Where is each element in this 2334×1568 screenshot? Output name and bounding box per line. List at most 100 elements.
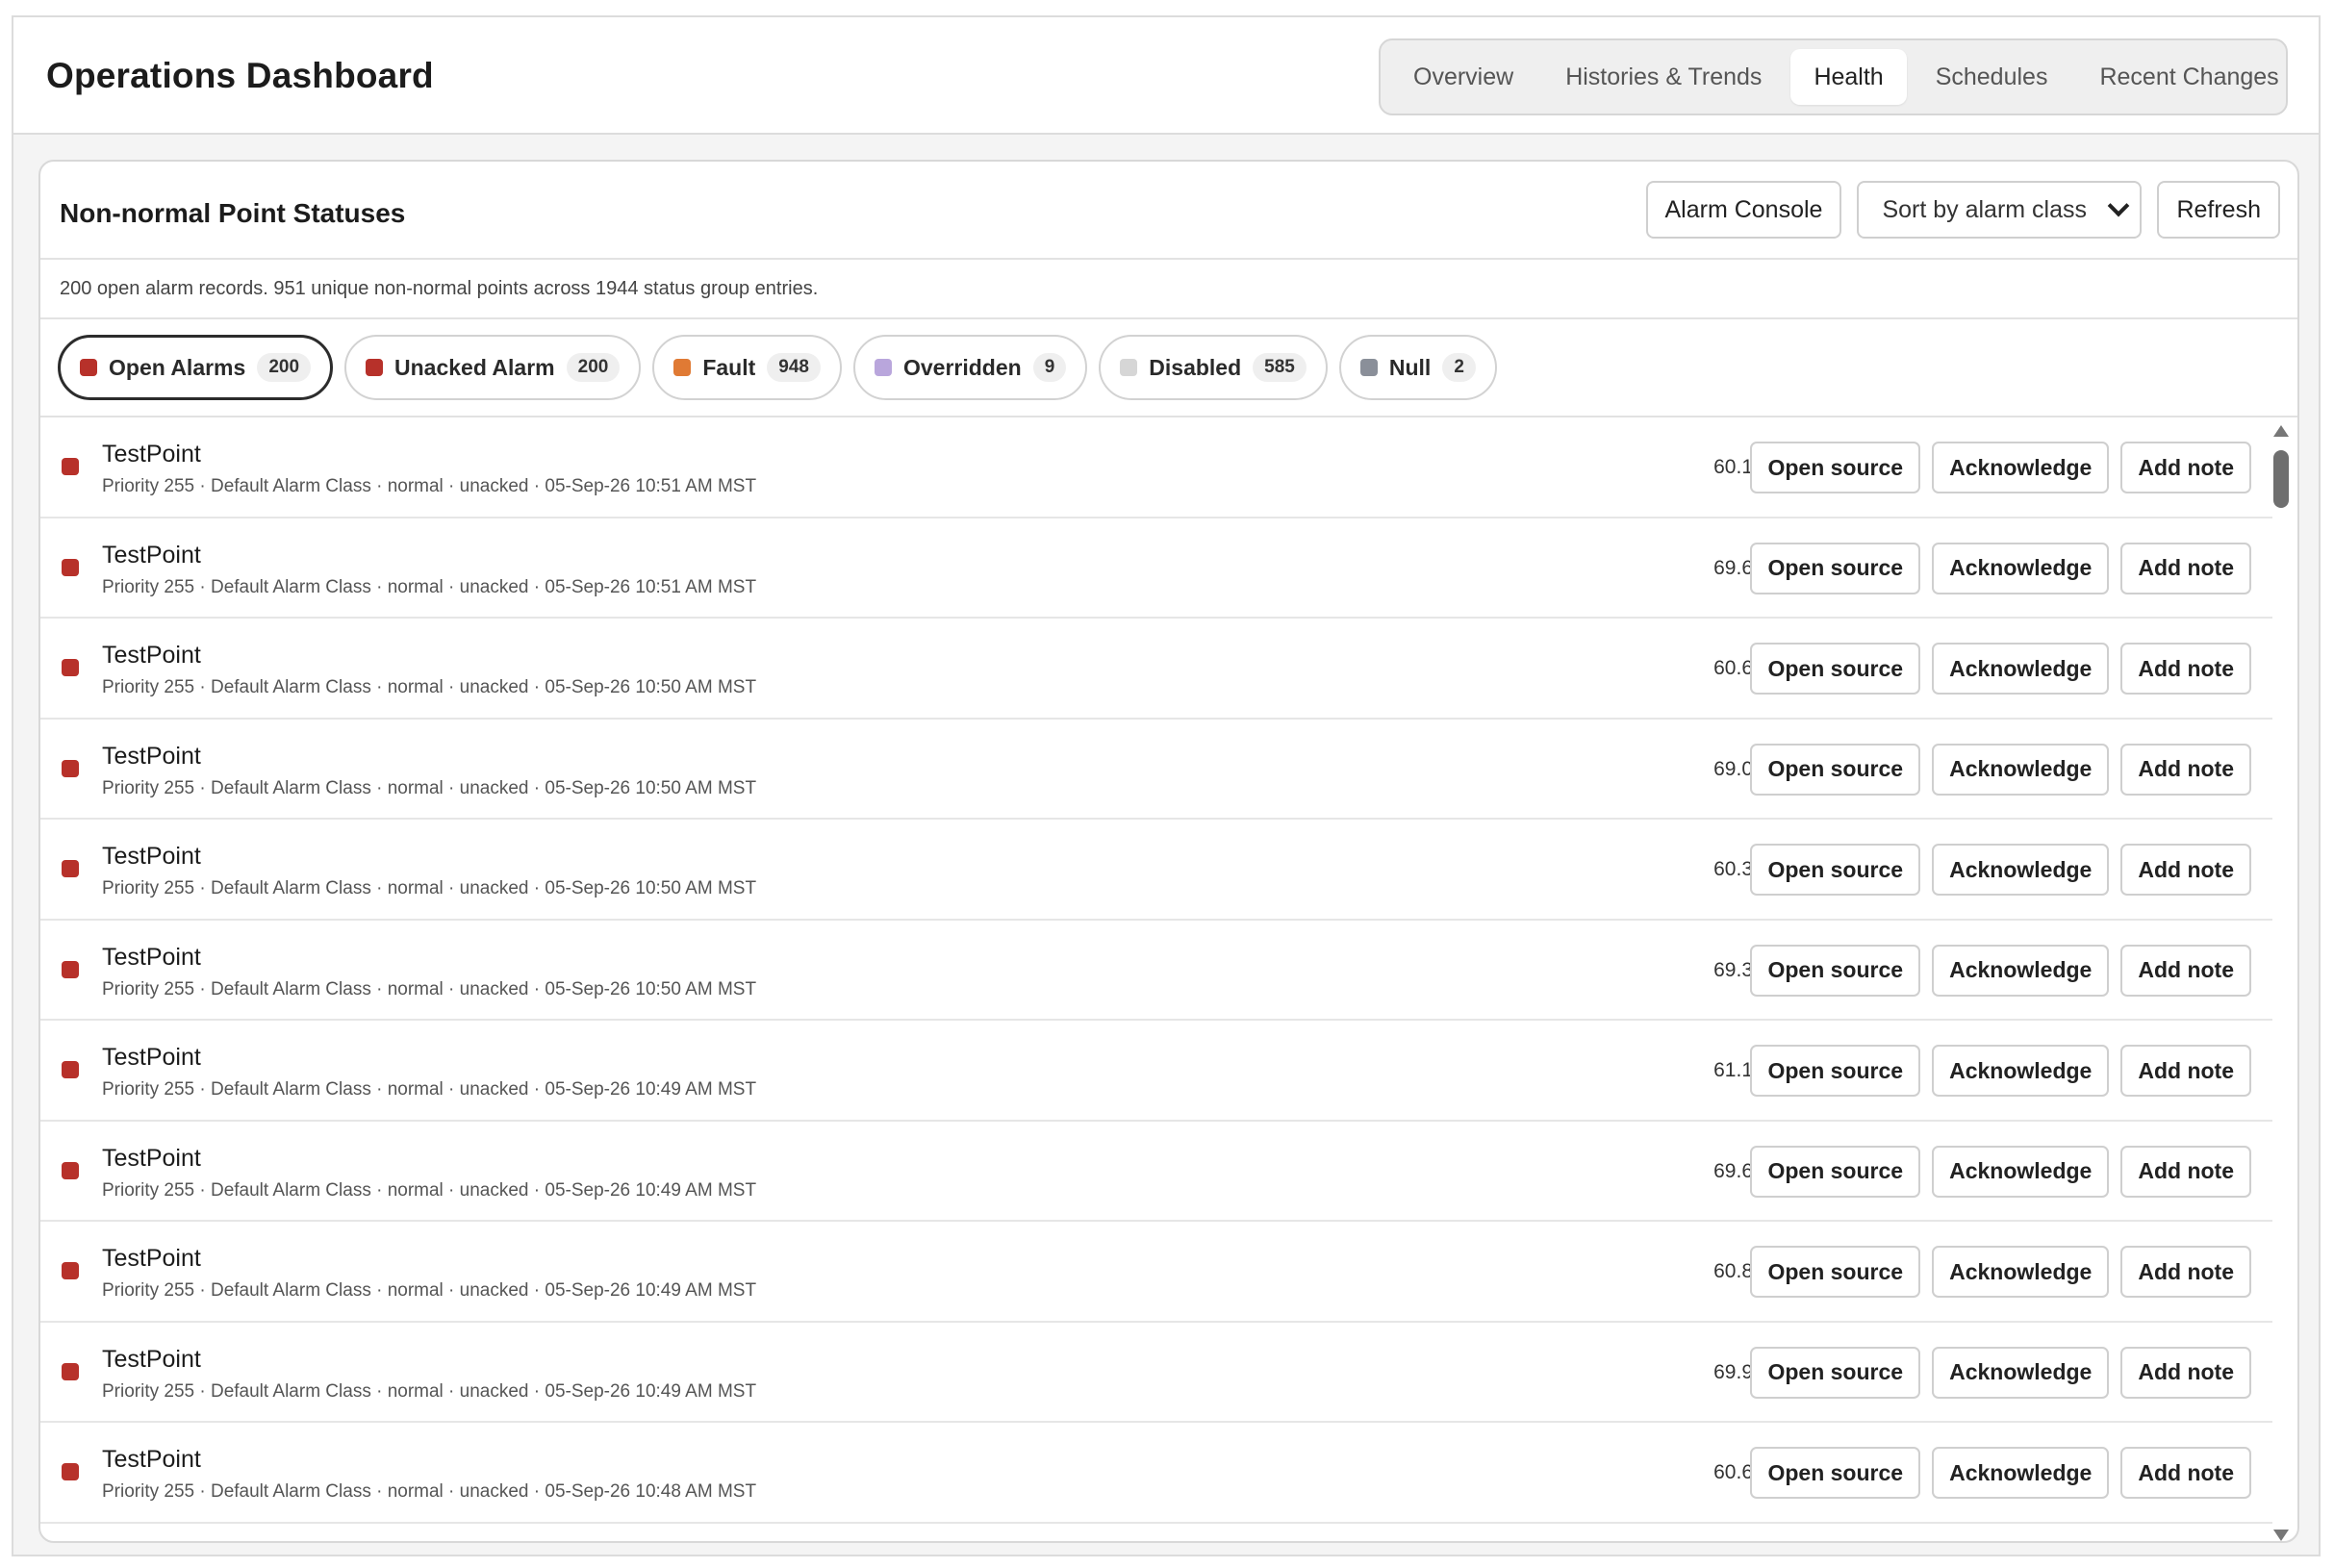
point-value: 69.3 (1713, 958, 1753, 981)
filter-chip-open-alarms[interactable]: Open Alarms 200 (58, 335, 334, 400)
open-source-button[interactable]: Open source (1750, 542, 1921, 594)
status-swatch-icon (1120, 359, 1138, 376)
point-meta: Priority 255 · Default Alarm Class · nor… (102, 878, 757, 898)
acknowledge-button[interactable]: Acknowledge (1932, 844, 2110, 896)
alarm-status-icon (62, 458, 79, 475)
alarm-status-icon (62, 759, 79, 777)
filter-chip-label: Overridden (902, 354, 1022, 380)
acknowledge-button[interactable]: Acknowledge (1932, 542, 2110, 594)
add-note-button[interactable]: Add note (2120, 743, 2251, 796)
row-actions: Open source Acknowledge Add note (1750, 643, 2251, 695)
acknowledge-button[interactable]: Acknowledge (1932, 442, 2110, 493)
row-actions: Open source Acknowledge Add note (1750, 944, 2251, 997)
status-filters: Open Alarms 200 Unacked Alarm 200 Fault 948 Ov… (40, 319, 2297, 417)
filter-chip-fault[interactable]: Fault 948 (652, 335, 842, 400)
open-source-button[interactable]: Open source (1750, 743, 1921, 796)
table-row: TestPoint Priority 255 · Default Alarm Cl… (40, 1423, 2272, 1524)
tab-health[interactable]: Health (1790, 49, 1907, 105)
refresh-button[interactable]: Refresh (2157, 181, 2280, 239)
point-name: TestPoint (102, 742, 201, 770)
open-source-button[interactable]: Open source (1750, 1045, 1921, 1097)
point-value: 69.6 (1713, 1159, 1753, 1182)
table-row: TestPoint Priority 255 · Default Alarm Cl… (40, 820, 2272, 921)
acknowledge-button[interactable]: Acknowledge (1932, 944, 2110, 997)
open-source-button[interactable]: Open source (1750, 1447, 1921, 1499)
add-note-button[interactable]: Add note (2120, 542, 2251, 594)
filter-chip-label: Disabled (1149, 354, 1242, 380)
point-meta: Priority 255 · Default Alarm Class · nor… (102, 1079, 757, 1100)
add-note-button[interactable]: Add note (2120, 1045, 2251, 1097)
table-row: TestPoint Priority 255 · Default Alarm Cl… (40, 921, 2272, 1021)
add-note-button[interactable]: Add note (2120, 1346, 2251, 1399)
tab-recent-changes[interactable]: Recent Changes (2076, 49, 2301, 105)
open-source-button[interactable]: Open source (1750, 1246, 1921, 1298)
filter-chip-count: 9 (1032, 353, 1067, 382)
acknowledge-button[interactable]: Acknowledge (1932, 1346, 2110, 1399)
open-source-button[interactable]: Open source (1750, 442, 1921, 493)
point-value: 69.6 (1713, 556, 1753, 579)
filter-chip-label: Open Alarms (109, 354, 246, 380)
row-actions: Open source Acknowledge Add note (1750, 442, 2251, 493)
table-row: TestPoint Priority 255 · Default Alarm Cl… (40, 619, 2272, 720)
point-meta: Priority 255 · Default Alarm Class · nor… (102, 1380, 757, 1402)
tab-overview[interactable]: Overview (1390, 49, 1536, 105)
tab-schedules[interactable]: Schedules (1913, 49, 2071, 105)
acknowledge-button[interactable]: Acknowledge (1932, 643, 2110, 695)
scroll-up-arrow-icon[interactable] (2273, 425, 2289, 437)
alarm-status-icon (62, 1262, 79, 1279)
app-title: Operations Dashboard (46, 56, 434, 95)
acknowledge-button[interactable]: Acknowledge (1932, 1045, 2110, 1097)
sort-select[interactable]: Sort by alarm class (1857, 181, 2143, 239)
row-actions: Open source Acknowledge Add note (1750, 542, 2251, 594)
tab-histories-trends[interactable]: Histories & Trends (1542, 49, 1785, 105)
point-meta: Priority 255 · Default Alarm Class · nor… (102, 1179, 757, 1201)
filter-chip-unacked-alarm[interactable]: Unacked Alarm 200 (344, 335, 642, 400)
add-note-button[interactable]: Add note (2120, 844, 2251, 896)
scroll-thumb[interactable] (2273, 450, 2289, 508)
point-value: 60.6 (1713, 657, 1753, 679)
add-note-button[interactable]: Add note (2120, 1246, 2251, 1298)
table-row: TestPoint Priority 255 · Default Alarm Cl… (40, 1222, 2272, 1323)
alarm-console-button[interactable]: Alarm Console (1645, 181, 1842, 239)
add-note-button[interactable]: Add note (2120, 442, 2251, 493)
filter-chip-null[interactable]: Null 2 (1338, 335, 1497, 400)
alarm-status-icon (62, 960, 79, 978)
status-swatch-icon (80, 359, 97, 376)
filter-chip-count: 948 (767, 353, 821, 382)
point-name: TestPoint (102, 943, 201, 971)
filter-chip-count: 200 (257, 353, 312, 382)
acknowledge-button[interactable]: Acknowledge (1932, 1447, 2110, 1499)
filter-chip-count: 2 (1442, 353, 1476, 382)
alarm-status-icon (62, 1362, 79, 1380)
row-actions: Open source Acknowledge Add note (1750, 1346, 2251, 1399)
point-value: 60.6 (1713, 1461, 1753, 1483)
row-actions: Open source Acknowledge Add note (1750, 743, 2251, 796)
open-source-button[interactable]: Open source (1750, 944, 1921, 997)
acknowledge-button[interactable]: Acknowledge (1932, 1145, 2110, 1198)
table-row: TestPoint Priority 255 · Default Alarm Cl… (40, 1323, 2272, 1423)
acknowledge-button[interactable]: Acknowledge (1932, 743, 2110, 796)
add-note-button[interactable]: Add note (2120, 643, 2251, 695)
point-name: TestPoint (102, 441, 201, 468)
point-name: TestPoint (102, 1345, 201, 1373)
open-source-button[interactable]: Open source (1750, 844, 1921, 896)
alarm-status-icon (62, 860, 79, 877)
add-note-button[interactable]: Add note (2120, 1145, 2251, 1198)
add-note-button[interactable]: Add note (2120, 1447, 2251, 1499)
list-scrollbar[interactable] (2271, 425, 2292, 1541)
open-source-button[interactable]: Open source (1750, 643, 1921, 695)
point-value: 69.0 (1713, 757, 1753, 780)
point-meta: Priority 255 · Default Alarm Class · nor… (102, 1481, 757, 1502)
open-source-button[interactable]: Open source (1750, 1145, 1921, 1198)
acknowledge-button[interactable]: Acknowledge (1932, 1246, 2110, 1298)
filter-chip-count: 585 (1253, 353, 1307, 382)
open-source-button[interactable]: Open source (1750, 1346, 1921, 1399)
point-value: 60.3 (1713, 858, 1753, 880)
filter-chip-disabled[interactable]: Disabled 585 (1099, 335, 1328, 400)
point-name: TestPoint (102, 1446, 201, 1473)
scroll-down-arrow-icon[interactable] (2273, 1530, 2289, 1541)
filter-chip-label: Unacked Alarm (394, 354, 555, 380)
filter-chip-overridden[interactable]: Overridden 9 (852, 335, 1088, 400)
alarm-status-icon (62, 1061, 79, 1078)
add-note-button[interactable]: Add note (2120, 944, 2251, 997)
